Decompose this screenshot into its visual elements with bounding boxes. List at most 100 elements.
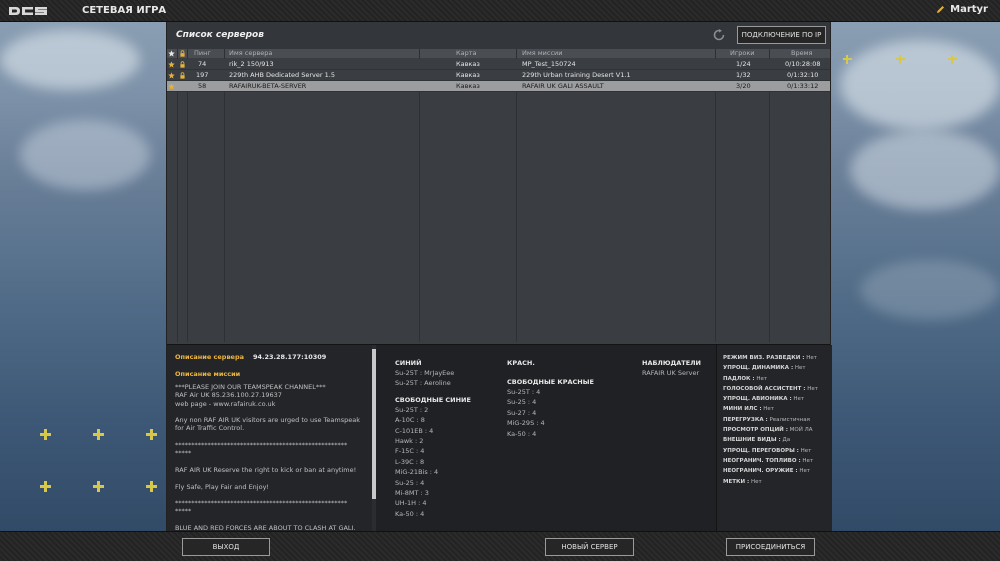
blue-player: Su-25T : Aeroline xyxy=(395,379,451,388)
option-line: ВНЕШНИЕ ВИДЫ : Да xyxy=(723,437,791,444)
observers: НАБЛЮДАТЕЛИ RAFAIR UK Server xyxy=(642,359,701,378)
blue-free-slot[interactable]: UH-1H : 4 xyxy=(395,498,471,508)
blue-free-slot[interactable]: Mi-8MT : 3 xyxy=(395,488,471,498)
table-header: Пинг Имя сервера Карта Имя миссии Игроки… xyxy=(167,49,830,58)
blue-free-slot[interactable]: L-39C : 8 xyxy=(395,457,471,467)
column-divider xyxy=(187,49,188,342)
red-free-slot[interactable]: Su-25 : 4 xyxy=(507,397,594,407)
blue-free-slot[interactable]: A-10C : 8 xyxy=(395,415,471,425)
row-ping: 58 xyxy=(198,82,207,90)
column-ping[interactable]: Пинг xyxy=(194,49,211,58)
password-column-lock-icon[interactable] xyxy=(179,50,186,57)
new-server-button[interactable]: НОВЫЙ СЕРВЕР xyxy=(545,538,634,556)
cloud xyxy=(850,130,1000,210)
column-map[interactable]: Карта xyxy=(456,49,477,58)
blue-title: СИНИЙ xyxy=(395,359,422,367)
row-time: 0/1:33:12 xyxy=(787,82,819,90)
refresh-icon[interactable] xyxy=(713,29,725,41)
server-browser-panel: Список серверов ПОДКЛЮЧЕНИЕ ПО IP Пинг И… xyxy=(166,22,832,532)
option-line: УПРОЩ. АВИОНИКА : Нет xyxy=(723,396,805,403)
blue-free-slot[interactable]: Hawk : 2 xyxy=(395,436,471,446)
connect-by-ip-button[interactable]: ПОДКЛЮЧЕНИЕ ПО IP xyxy=(737,26,826,44)
server-row-selected[interactable]: 58 RAFAIRUK-BETA-SERVER Кавказ RAFAIR UK… xyxy=(167,81,830,92)
option-line: УПРОЩ. ПЕРЕГОВОРЫ : Нет xyxy=(723,447,812,454)
waypoint-marker-icon xyxy=(843,55,852,64)
server-description-label: Описание сервера xyxy=(175,353,245,361)
column-mission-name[interactable]: Имя миссии xyxy=(522,49,562,58)
row-server-name: rik_2 150/913 xyxy=(229,60,274,68)
option-line: МИНИ ИЛС : Нет xyxy=(723,406,775,413)
row-players: 3/20 xyxy=(736,82,751,90)
blue-free-slot[interactable]: Ka-50 : 4 xyxy=(395,509,471,519)
red-coalition: КРАСН. СВОБОДНЫЕ КРАСНЫЕ Su-25T : 4 Su-2… xyxy=(507,359,594,439)
red-free-slot[interactable]: MiG-29S : 4 xyxy=(507,418,594,428)
blue-free-slot[interactable]: F-15C : 4 xyxy=(395,446,471,456)
top-bar: СЕТЕВАЯ ИГРА Martyr xyxy=(0,0,1000,22)
favorite-column-star-icon[interactable] xyxy=(168,50,175,57)
waypoint-marker-icon xyxy=(40,481,51,492)
row-map: Кавказ xyxy=(456,82,480,90)
blue-free-slot[interactable]: MiG-21Bis : 4 xyxy=(395,467,471,477)
blue-free-slot[interactable]: Su-25 : 4 xyxy=(395,478,471,488)
row-mission-name: 229th Urban training Desert V1.1 xyxy=(522,71,631,79)
column-divider xyxy=(715,49,716,342)
row-time: 0/1:32:10 xyxy=(787,71,819,79)
observer-player: RAFAIR UK Server xyxy=(642,369,700,377)
row-ping: 74 xyxy=(198,60,207,68)
server-details: Описание сервера 94.23.28.177:10309 Опис… xyxy=(167,344,832,532)
row-server-name: RAFAIRUK-BETA-SERVER xyxy=(229,82,307,90)
lock-icon xyxy=(180,72,185,79)
row-players: 1/24 xyxy=(736,60,751,68)
cloud xyxy=(860,260,1000,320)
column-server-name[interactable]: Имя сервера xyxy=(229,49,272,58)
lock-icon xyxy=(180,61,185,68)
exit-button[interactable]: ВЫХОД xyxy=(182,538,270,556)
server-row[interactable]: 197 229th AHB Dedicated Server 1.5 Кавка… xyxy=(167,70,830,81)
dcs-logo-icon xyxy=(9,7,47,15)
user-profile[interactable]: Martyr xyxy=(936,4,988,15)
option-line: РЕЖИМ ВИЗ. РАЗВЕДКИ : Нет xyxy=(723,355,817,361)
description-pane[interactable]: Описание сервера 94.23.28.177:10309 Опис… xyxy=(167,345,372,532)
blue-free-slot[interactable]: Su-25T : 2 xyxy=(395,405,471,415)
panel-title: Список серверов xyxy=(176,30,264,40)
red-title: КРАСН. xyxy=(507,359,535,367)
column-players[interactable]: Игроки xyxy=(730,49,755,58)
options-list: РЕЖИМ ВИЗ. РАЗВЕДКИ : Нет УПРОЩ. ДИНАМИК… xyxy=(723,353,818,487)
description-scrollbar-thumb[interactable] xyxy=(372,349,376,499)
server-options: РЕЖИМ ВИЗ. РАЗВЕДКИ : Нет УПРОЩ. ДИНАМИК… xyxy=(716,345,832,532)
mission-description-text: ***PLEASE JOIN OUR TEAMSPEAK CHANNEL*** … xyxy=(175,383,360,532)
row-map: Кавказ xyxy=(456,60,480,68)
favorite-star-icon[interactable] xyxy=(168,72,175,79)
favorite-star-icon[interactable] xyxy=(168,61,175,68)
option-line: УПРОЩ. ДИНАМИКА : Нет xyxy=(723,365,806,372)
red-free-title: СВОБОДНЫЕ КРАСНЫЕ xyxy=(507,378,594,386)
blue-free-title: СВОБОДНЫЕ СИНИЕ xyxy=(395,395,471,404)
column-time[interactable]: Время xyxy=(791,49,812,58)
blue-free-slot[interactable]: C-101EB : 4 xyxy=(395,426,471,436)
favorite-star-icon[interactable] xyxy=(168,83,175,90)
row-time: 0/10:28:08 xyxy=(785,60,821,68)
red-free-slot[interactable]: Su-27 : 4 xyxy=(507,408,594,418)
waypoint-marker-icon xyxy=(93,429,104,440)
option-line: МЕТКИ : Нет xyxy=(723,478,762,485)
column-divider xyxy=(177,49,178,342)
red-free-slot[interactable]: Ka-50 : 4 xyxy=(507,429,594,439)
option-line: ГОЛОСОВОЙ АССИСТЕНТ : Нет xyxy=(723,385,818,392)
cloud xyxy=(20,120,150,190)
server-row[interactable]: 74 rik_2 150/913 Кавказ MP_Test_150724 1… xyxy=(167,59,830,70)
app-title: СЕТЕВАЯ ИГРА xyxy=(82,5,167,16)
red-free-slot[interactable]: Su-25T : 4 xyxy=(507,387,594,397)
row-map: Кавказ xyxy=(456,71,480,79)
cloud xyxy=(0,30,140,90)
column-divider xyxy=(224,49,225,342)
column-divider xyxy=(419,49,420,342)
pencil-icon xyxy=(937,6,945,13)
option-line: ПЕРЕГРУЗКА : Реалистичная xyxy=(723,416,810,423)
bottom-bar: ВЫХОД НОВЫЙ СЕРВЕР ПРИСОЕДИНИТЬСЯ xyxy=(0,531,1000,561)
option-line: ПАДЛОК : Нет xyxy=(723,375,768,382)
row-mission-name: RAFAIR UK GALI ASSAULT xyxy=(522,82,604,90)
cloud xyxy=(840,40,1000,130)
join-button[interactable]: ПРИСОЕДИНИТЬСЯ xyxy=(726,538,815,556)
waypoint-marker-icon xyxy=(896,55,905,64)
blue-player: Su-25T : MrJayEee xyxy=(395,369,455,377)
